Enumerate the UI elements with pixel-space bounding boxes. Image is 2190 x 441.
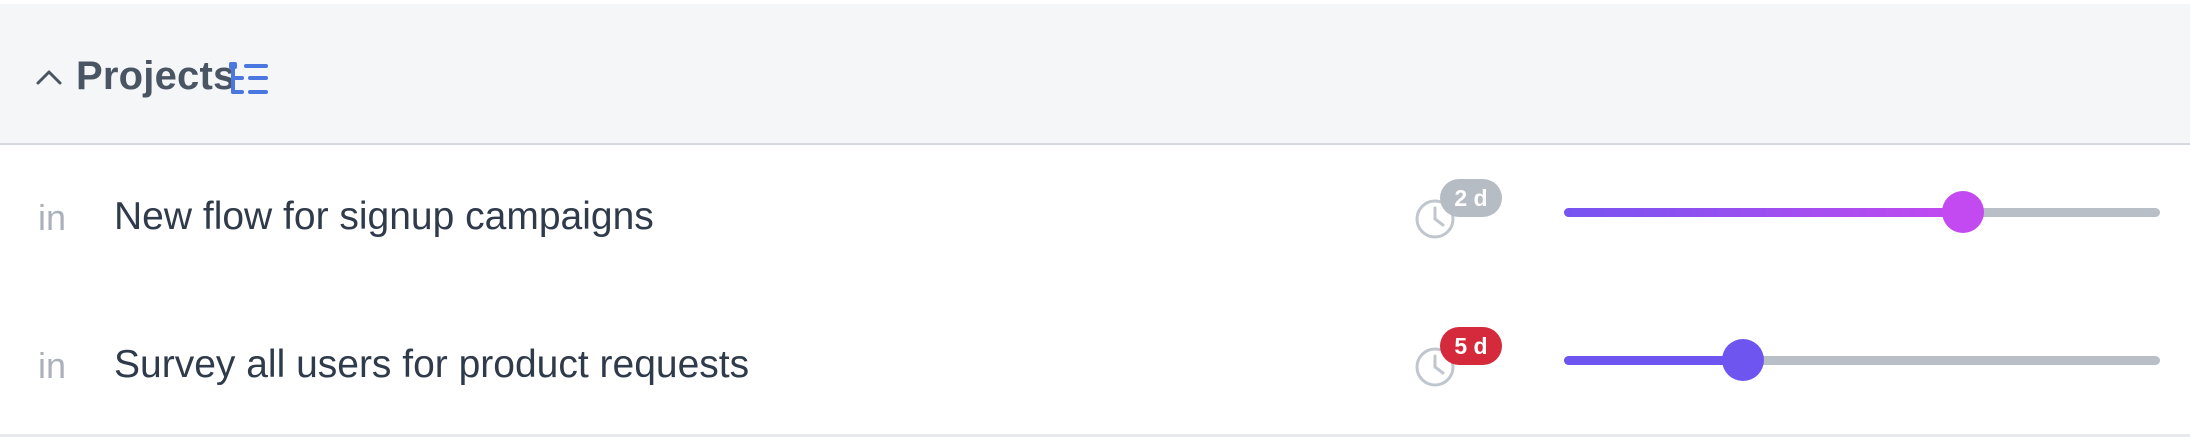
projects-header: Projects — [0, 4, 2190, 145]
project-row[interactable]: in New flow for signup campaigns 2 d — [0, 145, 2190, 293]
slider-thumb[interactable] — [1942, 191, 1985, 233]
row-prefix: in — [38, 197, 67, 238]
row-prefix: in — [38, 345, 67, 386]
chevron-up-icon[interactable] — [34, 62, 64, 92]
slider-fill — [1564, 208, 1964, 217]
progress-slider[interactable] — [1564, 190, 2160, 236]
slider-thumb[interactable] — [1721, 339, 1764, 381]
project-title[interactable]: Survey all users for product requests — [114, 343, 749, 387]
projects-panel: Projects in New flow for signup campaign… — [0, 0, 2190, 437]
list-tree-icon[interactable] — [228, 62, 270, 96]
due-badge: 5 d — [1440, 327, 1502, 365]
slider-fill — [1564, 356, 1743, 365]
progress-slider[interactable] — [1564, 338, 2160, 384]
due-badge: 2 d — [1440, 179, 1502, 217]
section-title: Projects — [76, 54, 236, 98]
project-title[interactable]: New flow for signup campaigns — [114, 195, 654, 239]
project-row[interactable]: in Survey all users for product requests… — [0, 293, 2190, 441]
